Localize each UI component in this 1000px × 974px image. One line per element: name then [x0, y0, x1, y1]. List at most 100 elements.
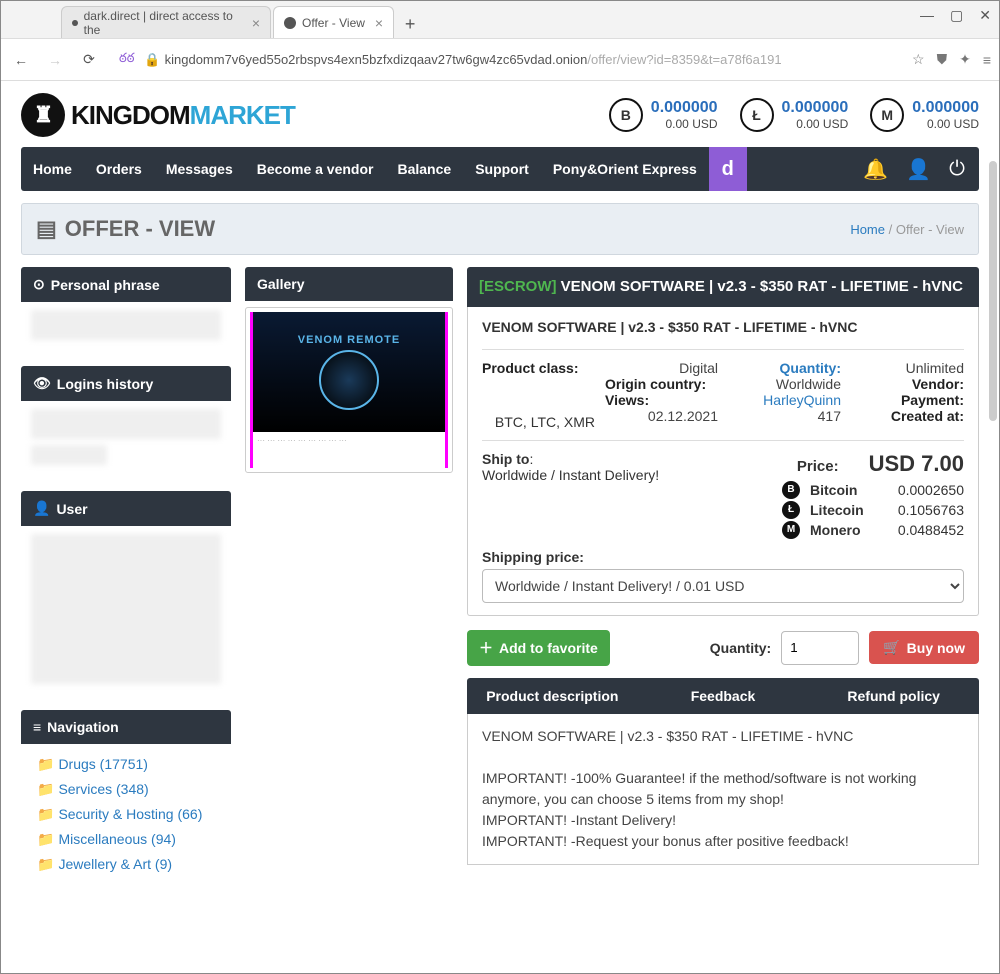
bookmark-icon[interactable]: ☆ — [912, 51, 925, 68]
nav-balance[interactable]: Balance — [385, 161, 463, 177]
blurred-content — [31, 409, 221, 439]
cart-icon: 🛒 — [883, 639, 900, 656]
offer-subtitle: VENOM SOFTWARE | v2.3 - $350 RAT - LIFET… — [482, 319, 964, 335]
vendor-label: Vendor — [912, 376, 964, 392]
page-title-bar: ▤OFFER - VIEW Home / Offer - View — [21, 203, 979, 255]
eye-icon: 👁 — [33, 375, 51, 392]
broom-icon[interactable]: ✦ — [959, 51, 971, 68]
vendor-link[interactable]: HarleyQuinn — [728, 392, 841, 408]
folder-icon: 📁 — [37, 831, 54, 847]
product-class-value: Digital — [605, 360, 718, 376]
nav-item-misc[interactable]: 📁Miscellaneous (94) — [31, 827, 221, 852]
origin-value: Worldwide — [728, 376, 841, 392]
shipping-select[interactable]: Worldwide / Instant Delivery! / 0.01 USD — [482, 569, 964, 603]
shipping-price-label: Shipping price: — [482, 549, 964, 565]
browser-window: — ▢ ✕ dark.direct | direct access to the… — [0, 0, 1000, 974]
breadcrumb: Home / Offer - View — [850, 222, 964, 237]
menu-icon[interactable]: ≡ — [983, 52, 991, 68]
buy-now-button[interactable]: 🛒Buy now — [869, 631, 979, 664]
page-content: ♜ KINGDOMMARKET B 0.0000000.00 USD Ł 0.0… — [1, 81, 999, 973]
main-nav: Home Orders Messages Become a vendor Bal… — [21, 147, 979, 191]
nav-home[interactable]: Home — [21, 161, 84, 177]
tab-description[interactable]: Product description — [467, 678, 638, 714]
desc-line: IMPORTANT! -100% Guarantee! if the metho… — [482, 768, 964, 810]
image-caption: ··· ··· ··· ··· ··· ··· ··· ··· ··· — [250, 432, 448, 468]
offer-properties: Product class BTC, LTC, XMR Digital Orig… — [482, 360, 964, 430]
reload-button[interactable]: ⟳ — [77, 48, 101, 72]
new-tab-button[interactable]: + — [396, 10, 424, 38]
balance-xmr[interactable]: M 0.0000000.00 USD — [870, 98, 979, 132]
balance-ltc[interactable]: Ł 0.0000000.00 USD — [740, 98, 849, 132]
breadcrumb-home[interactable]: Home — [850, 222, 885, 237]
logo-badge-icon: ♜ — [21, 93, 65, 137]
forward-button[interactable]: → — [43, 48, 67, 72]
offer-tabs: Product description Feedback Refund poli… — [467, 678, 979, 714]
folder-icon: 📁 — [37, 806, 54, 822]
folder-icon: 📁 — [37, 781, 54, 797]
balance-usd: 0.00 USD — [782, 117, 849, 131]
offer-title: VENOM SOFTWARE | v2.3 - $350 RAT - LIFET… — [561, 278, 963, 295]
balance-amount: 0.000000 — [782, 99, 849, 117]
user-icon[interactable]: 👤 — [906, 157, 931, 182]
ship-price-row: Ship to: Worldwide / Instant Delivery! P… — [482, 451, 964, 541]
desc-line: VENOM SOFTWARE | v2.3 - $350 RAT - LIFET… — [482, 726, 964, 747]
maximize-button[interactable]: ▢ — [950, 7, 963, 24]
close-window-button[interactable]: ✕ — [979, 7, 991, 24]
add-favorite-button[interactable]: ＋Add to favorite — [467, 630, 610, 666]
gallery-column: Gallery VENOM REMOTE ··· ··· ··· ··· ···… — [245, 267, 453, 897]
browser-tab-2[interactable]: Offer - View × — [273, 6, 394, 38]
tab-refund[interactable]: Refund policy — [808, 678, 979, 714]
gallery-thumbnail[interactable]: VENOM REMOTE ··· ··· ··· ··· ··· ··· ···… — [245, 307, 453, 473]
nav-become-vendor[interactable]: Become a vendor — [245, 161, 386, 177]
url-path: /offer/view?id=8359&t=a78f6a191 — [587, 52, 781, 67]
quantity-input[interactable] — [781, 631, 859, 665]
close-tab-icon[interactable]: × — [252, 15, 260, 31]
promo-icon[interactable]: d — [709, 147, 747, 191]
offer-column: [ESCROW] VENOM SOFTWARE | v2.3 - $350 RA… — [467, 267, 979, 897]
balance-usd: 0.00 USD — [651, 117, 718, 131]
browser-toolbar: ← → ⟳ ఠఠ 🔒 kingdomm7v6yed55o2rbspvs4exn5… — [1, 39, 999, 81]
bell-icon[interactable]: 🔔 — [863, 157, 888, 182]
balance-amount: 0.000000 — [651, 99, 718, 117]
browser-tab-1[interactable]: dark.direct | direct access to the × — [61, 6, 271, 38]
product-description: VENOM SOFTWARE | v2.3 - $350 RAT - LIFET… — [467, 714, 979, 865]
shipping-price: Shipping price: Worldwide / Instant Deli… — [482, 549, 964, 603]
payment-label: Payment — [901, 392, 964, 408]
page-title: ▤OFFER - VIEW — [36, 216, 215, 242]
logo-text-1: KINGDOM — [71, 100, 190, 131]
nav-item-services[interactable]: 📁Services (348) — [31, 777, 221, 802]
minimize-button[interactable]: — — [920, 7, 934, 24]
logo-text-2: MARKET — [190, 100, 295, 131]
site-header: ♜ KINGDOMMARKET B 0.0000000.00 USD Ł 0.0… — [21, 93, 979, 137]
site-logo[interactable]: ♜ KINGDOMMARKET — [21, 93, 295, 137]
tab-favicon — [72, 20, 78, 26]
blurred-content — [31, 310, 221, 340]
balance-btc[interactable]: B 0.0000000.00 USD — [609, 98, 718, 132]
nav-orders[interactable]: Orders — [84, 161, 154, 177]
offer-title-bar: [ESCROW] VENOM SOFTWARE | v2.3 - $350 RA… — [467, 267, 979, 307]
nav-support[interactable]: Support — [463, 161, 541, 177]
monero-icon: M — [870, 98, 904, 132]
power-icon[interactable]: ⏻ — [949, 158, 965, 181]
nav-messages[interactable]: Messages — [154, 161, 245, 177]
nav-item-security[interactable]: 📁Security & Hosting (66) — [31, 802, 221, 827]
litecoin-icon: Ł — [740, 98, 774, 132]
created-date: 02.12.2021 — [605, 408, 718, 424]
tab-feedback[interactable]: Feedback — [638, 678, 809, 714]
nav-item-drugs[interactable]: 📁Drugs (17751) — [31, 752, 221, 777]
nav-pony-express[interactable]: Pony&Orient Express — [541, 161, 709, 177]
tab-title: Offer - View — [302, 16, 365, 30]
ship-to-label: Ship to — [482, 451, 529, 467]
shield-icon[interactable]: ⛊ — [937, 51, 948, 68]
tor-icon: ఠఠ — [119, 50, 134, 69]
close-tab-icon[interactable]: × — [375, 15, 383, 31]
back-button[interactable]: ← — [9, 48, 33, 72]
folder-icon: 📁 — [37, 756, 54, 772]
coin-prices: BBitcoin0.0002650 ŁLitecoin0.1056763 MMo… — [782, 481, 964, 539]
nav-item-jewellery[interactable]: 📁Jewellery & Art (9) — [31, 852, 221, 877]
address-bar[interactable]: ఠఠ 🔒 kingdomm7v6yed55o2rbspvs4exn5bzfxdi… — [111, 45, 902, 75]
scrollbar[interactable] — [989, 161, 997, 421]
url-host: kingdomm7v6yed55o2rbspvs4exn5bzfxdizqaav… — [165, 52, 588, 67]
litecoin-icon: Ł — [782, 501, 800, 519]
lock-icon: 🔒 — [144, 52, 160, 68]
